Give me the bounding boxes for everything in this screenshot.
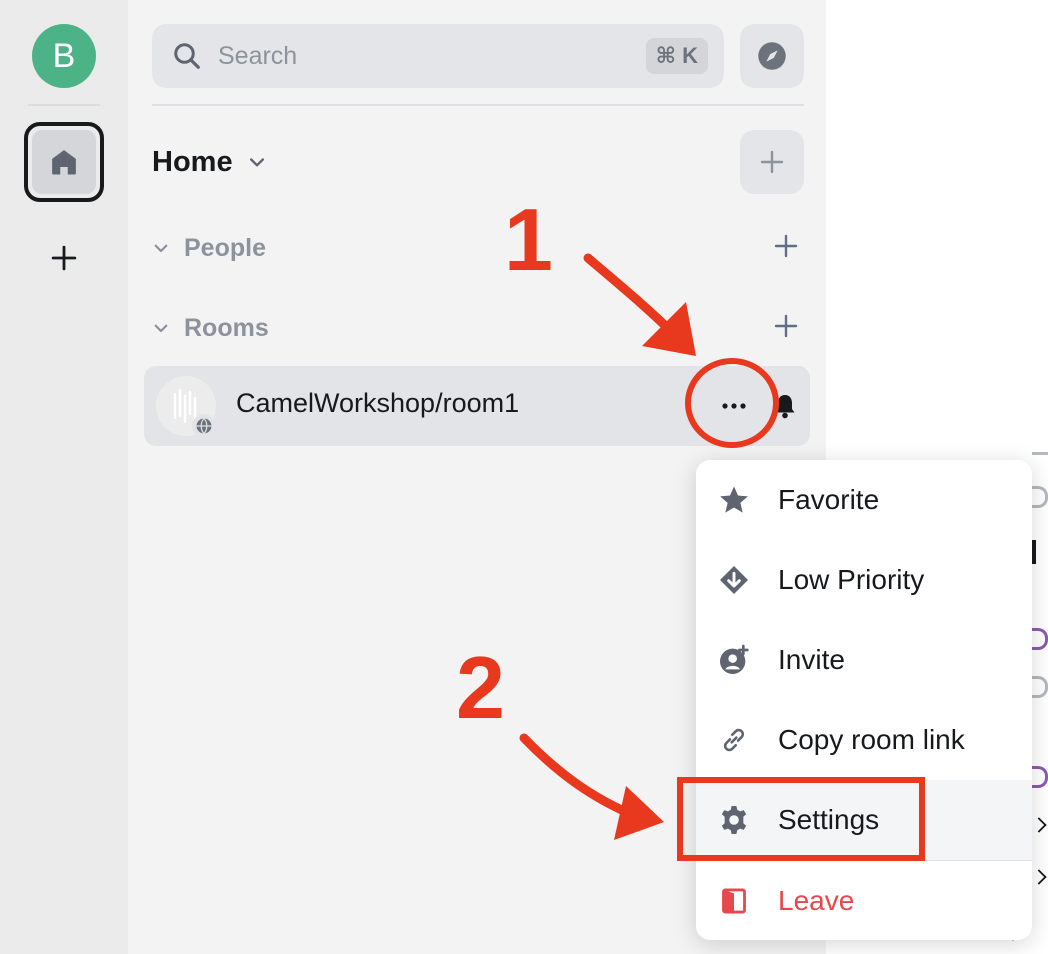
annotation-step-2: 2 — [456, 638, 505, 737]
room-options-button[interactable] — [714, 390, 754, 422]
search-shortcut: ⌘ K — [645, 38, 708, 74]
home-space-button[interactable] — [24, 122, 104, 202]
home-title-label: Home — [152, 145, 233, 178]
invite-icon — [720, 644, 749, 674]
plus-icon — [51, 245, 77, 271]
home-icon — [52, 150, 76, 175]
user-initial: B — [52, 36, 76, 75]
bell-icon — [775, 395, 795, 419]
chevron-down-icon — [154, 324, 168, 333]
gear-icon — [721, 806, 747, 834]
explore-rooms-button[interactable] — [740, 24, 804, 88]
annotation-step-1: 1 — [504, 190, 553, 289]
search-input[interactable]: Search ⌘ K — [152, 24, 724, 88]
menu-item-invite[interactable]: Invite — [696, 620, 1032, 700]
timeline-fragment — [1032, 540, 1044, 564]
section-people-label: People — [184, 233, 266, 262]
plus-icon — [774, 314, 798, 338]
menu-item-label: Copy room link — [778, 724, 965, 755]
room-list-divider — [152, 104, 804, 106]
menu-item-low-priority[interactable]: Low Priority — [696, 540, 1032, 620]
timeline-fragment — [1032, 486, 1048, 508]
timeline-fragment — [1032, 676, 1048, 698]
home-title[interactable]: Home — [152, 140, 267, 184]
add-person-button[interactable] — [770, 230, 802, 262]
timeline-fragment — [1031, 869, 1047, 885]
timeline-fragment — [1031, 817, 1047, 833]
search-icon — [174, 43, 200, 69]
menu-item-label: Leave — [778, 885, 855, 916]
plus-icon — [774, 234, 798, 258]
section-people[interactable]: People — [152, 228, 266, 268]
menu-item-leave[interactable]: Leave — [696, 861, 1032, 940]
link-icon — [723, 728, 745, 752]
leave-icon — [722, 888, 746, 914]
space-bar: B — [0, 0, 128, 954]
plus-icon — [760, 150, 784, 174]
menu-item-settings[interactable]: Settings — [696, 780, 1032, 860]
compass-icon — [758, 42, 786, 70]
timeline-fragment — [1032, 452, 1048, 455]
menu-item-copy-room-link[interactable]: Copy room link — [696, 700, 1032, 780]
star-icon — [720, 486, 748, 513]
arrow-down-icon — [720, 566, 748, 594]
search-placeholder: Search — [218, 41, 298, 70]
timeline-fragment — [1032, 766, 1048, 788]
menu-item-label: Low Priority — [778, 564, 925, 595]
globe-icon — [192, 414, 216, 438]
menu-item-label: Settings — [778, 804, 880, 835]
more-options-icon — [722, 403, 746, 409]
timeline-fragment — [1032, 628, 1048, 650]
menu-item-favorite[interactable]: Favorite — [696, 460, 1032, 540]
room-name: CamelWorkshop/room1 — [236, 388, 520, 418]
add-space-button[interactable] — [44, 238, 84, 278]
user-avatar[interactable]: B — [32, 24, 96, 88]
section-rooms[interactable]: Rooms — [152, 308, 269, 348]
chevron-down-icon — [249, 158, 264, 167]
add-room-in-section-button[interactable] — [770, 310, 802, 342]
menu-item-label: Favorite — [778, 484, 880, 515]
room-tile[interactable]: CamelWorkshop/room1 — [144, 366, 810, 446]
chevron-down-icon — [154, 244, 168, 253]
room-context-menu: Favorite Low Priority Invite Copy room l… — [696, 460, 1032, 940]
space-divider — [28, 104, 100, 106]
menu-item-label: Invite — [778, 644, 845, 675]
notification-bell-button[interactable] — [770, 390, 800, 422]
section-rooms-label: Rooms — [184, 313, 269, 342]
add-room-button[interactable] — [740, 130, 804, 194]
